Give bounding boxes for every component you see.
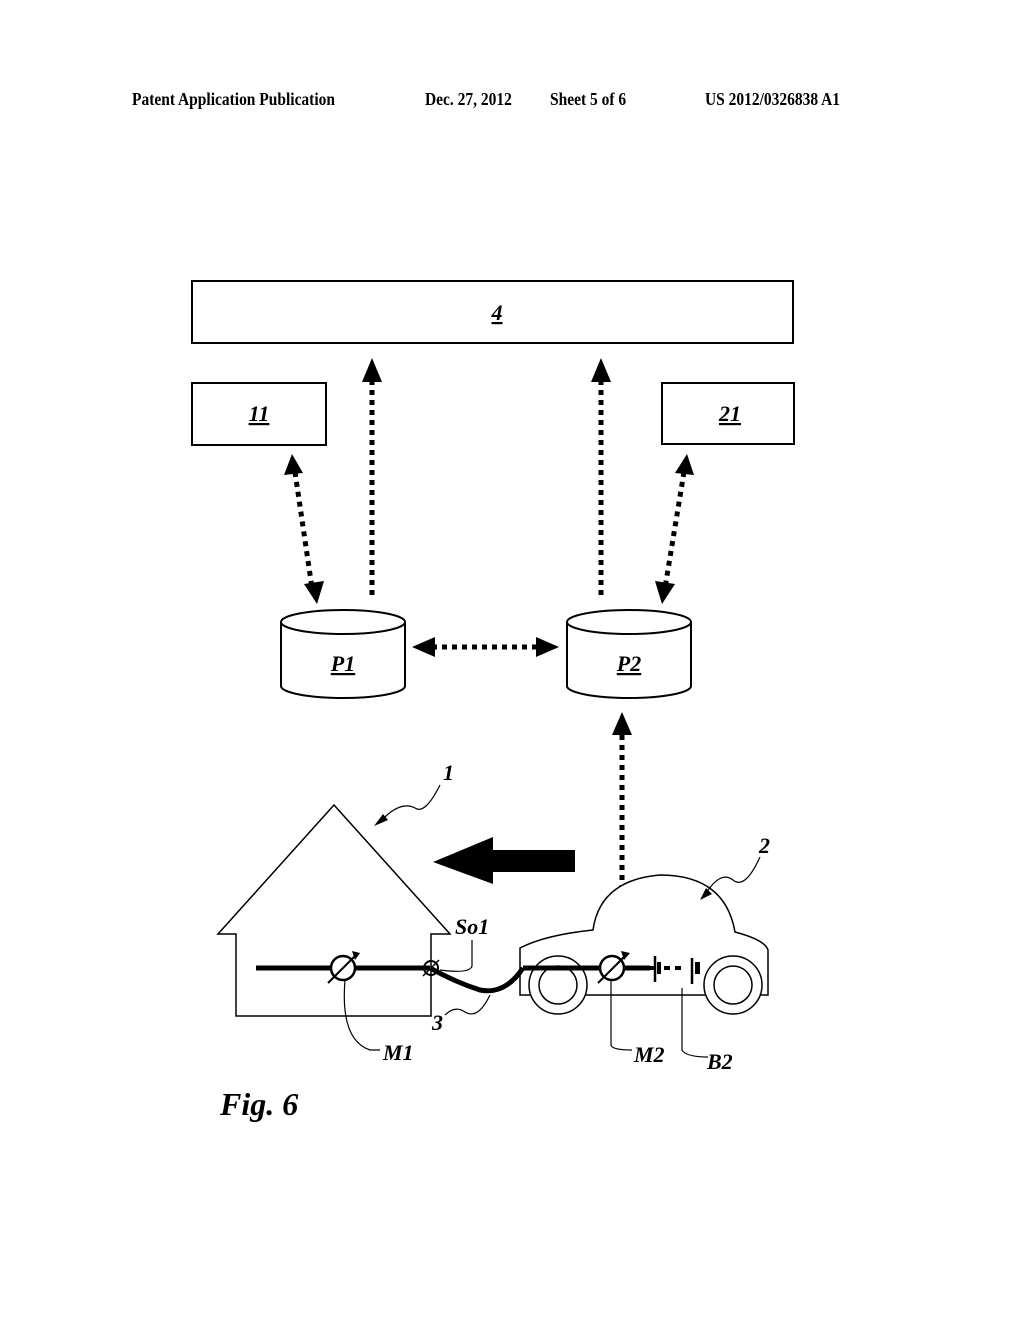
arrowhead-icon [675,454,694,475]
label-socket: So1 [455,914,489,939]
box-21-label: 21 [718,401,741,426]
meter-m1-icon [327,951,360,984]
label-meter-m2: M2 [633,1042,665,1067]
box-4-label: 4 [491,300,503,325]
power-flow-arrow-icon [433,837,575,884]
figure-caption: Fig. 6 [220,1086,299,1122]
leader-m1 [343,979,380,1051]
box-21: 21 [661,382,795,445]
arrowhead-icon [284,454,303,475]
box-11-label: 11 [249,401,270,426]
database-p2-label: P2 [616,651,641,676]
arrowhead-up-icon [591,358,611,382]
label-vehicle: 2 [758,833,770,858]
label-house: 1 [443,760,454,785]
leader-3 [444,994,491,1016]
arrowhead-up-icon [362,358,382,382]
box-11: 11 [191,382,327,446]
label-cable: 3 [431,1010,443,1035]
database-p1: P1 [280,609,406,699]
arrowhead-icon [655,581,675,604]
house-icon [216,803,452,1017]
arrowhead-icon [304,581,324,604]
arrowhead-up-icon [612,712,632,735]
vehicle-icon [519,874,769,1015]
leader-so1 [439,940,473,972]
arrowhead-left-icon [412,637,435,657]
arrow-11-p1 [292,471,315,589]
leader-1 [379,784,441,823]
box-4: 4 [191,280,794,344]
leader-2 [704,856,761,896]
label-meter-m1: M1 [382,1040,414,1065]
arrow-21-p2 [662,471,687,589]
figure-diagram: 4 11 21 P1 P2 1 2 3 So1 M1 M2 B2 [191,280,795,1074]
arrowhead-right-icon [536,637,559,657]
label-battery: B2 [706,1049,733,1074]
database-p1-label: P1 [330,651,355,676]
charging-cable [428,965,526,994]
database-p2: P2 [566,609,692,699]
leader-b2 [681,988,709,1058]
